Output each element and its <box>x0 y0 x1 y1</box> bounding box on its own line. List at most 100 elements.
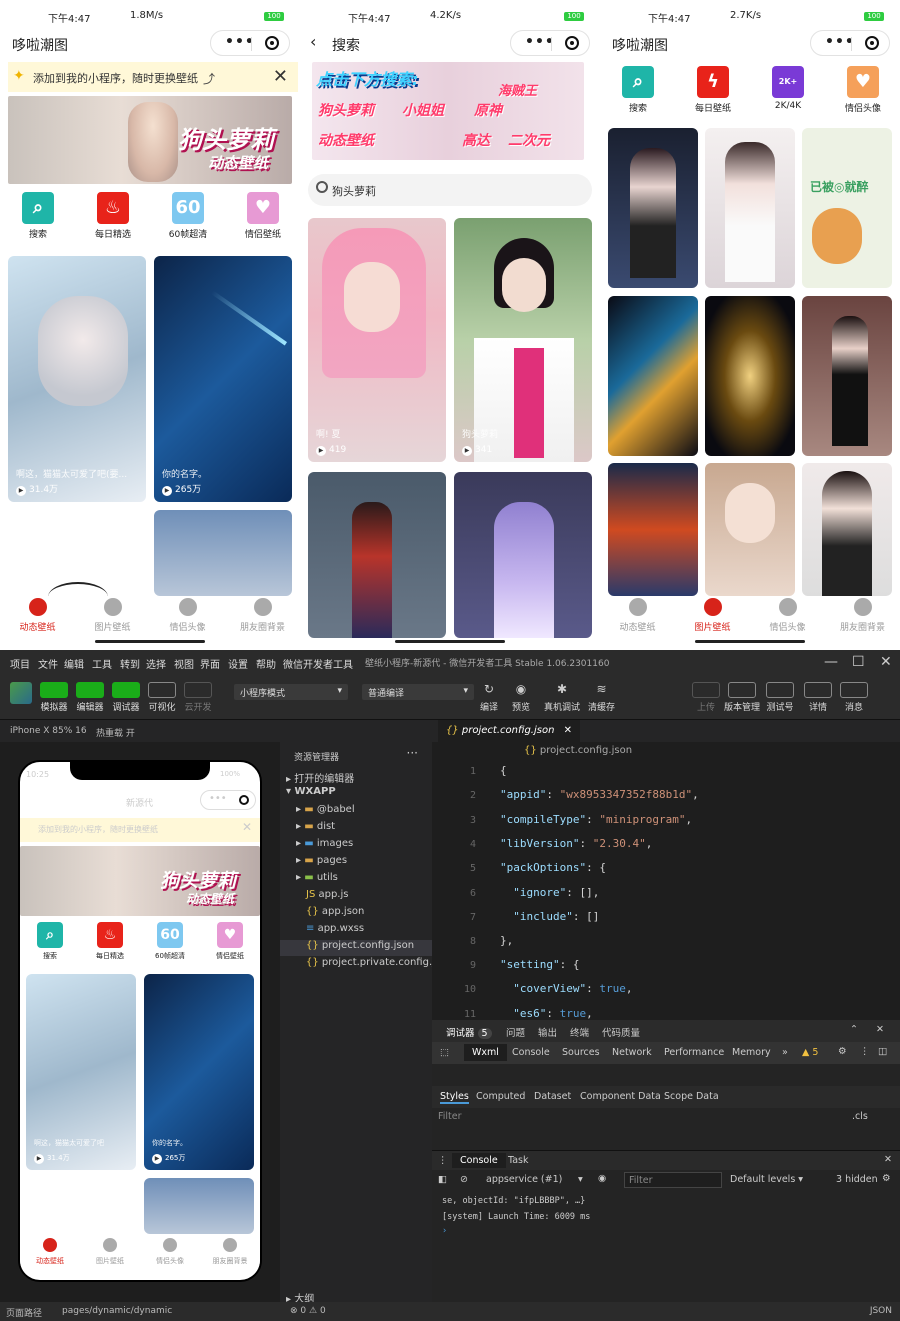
tab-moments[interactable]: 朋友圈背景 <box>825 598 900 633</box>
tab-problems[interactable]: 问题 <box>506 1025 525 1039</box>
tab-computed[interactable]: Computed <box>476 1091 525 1102</box>
remote-debug-button[interactable]: ✱真机调试 <box>544 682 580 713</box>
image-card[interactable] <box>608 463 698 596</box>
back-icon[interactable]: ‹ <box>310 32 316 51</box>
image-card[interactable]: 已被◎就醉 <box>802 128 892 288</box>
wallpaper-card[interactable]: 狗头萝莉 341 <box>454 218 592 462</box>
tree-file-active[interactable]: {} project.config.json <box>280 940 432 956</box>
image-card[interactable] <box>705 463 795 596</box>
open-editors[interactable]: ▸ 打开的编辑器 <box>280 770 432 786</box>
menu-item[interactable]: 项目 <box>10 656 30 671</box>
eye-icon[interactable]: ◉ <box>598 1173 606 1184</box>
wallpaper-card[interactable]: 啊! 夏 419 <box>308 218 446 462</box>
close-icon[interactable]: ✕ <box>242 820 252 834</box>
minimize-icon[interactable]: — <box>824 654 838 670</box>
levels-select[interactable]: Default levels ▾ <box>730 1174 803 1185</box>
image-card[interactable] <box>705 296 795 456</box>
mini-program-capsule[interactable]: ••• <box>210 30 290 56</box>
quick-60fps[interactable]: 6060帧超清 <box>140 922 200 974</box>
menu-item[interactable]: 工具 <box>92 656 112 671</box>
tab-component-data[interactable]: Component Data <box>580 1091 661 1102</box>
preview-button[interactable]: ◉预览 <box>512 682 530 713</box>
tab-styles[interactable]: Styles <box>440 1091 469 1104</box>
wallpaper-card[interactable] <box>454 472 592 638</box>
mini-program-capsule[interactable]: ••• <box>510 30 590 56</box>
details-button[interactable]: 详情 <box>804 682 832 713</box>
sidebar-toggle-icon[interactable]: ◧ <box>438 1174 447 1185</box>
compile-button[interactable]: ↻编译 <box>480 682 498 713</box>
menu-item[interactable]: 文件 <box>38 656 58 671</box>
close-icon[interactable]: ✕ <box>273 66 288 87</box>
close-target-icon[interactable] <box>565 36 579 50</box>
kebab-icon[interactable]: ⋮ <box>438 1155 448 1166</box>
image-card[interactable] <box>705 128 795 288</box>
debugger-toggle[interactable]: 调试器 <box>112 682 140 713</box>
cls-toggle[interactable]: .cls <box>852 1111 868 1122</box>
quick-daily[interactable]: ϟ 每日壁纸 <box>683 66 743 118</box>
tree-file[interactable]: JS app.js <box>280 889 432 905</box>
wallpaper-card[interactable] <box>154 510 292 596</box>
problem-counts[interactable]: ⊗ 0 ⚠ 0 <box>290 1306 326 1316</box>
tab-avatar[interactable]: 情侣头像 <box>140 1238 200 1266</box>
tab-memory[interactable]: Memory <box>732 1047 771 1058</box>
clear-console-icon[interactable]: ⊘ <box>460 1174 468 1185</box>
tab-sources[interactable]: Sources <box>562 1047 600 1058</box>
messages-button[interactable]: 消息 <box>840 682 868 713</box>
quick-search[interactable]: ⌕搜索 <box>20 922 80 974</box>
tab-moments[interactable]: 朋友圈背景 <box>200 1238 260 1266</box>
close-icon[interactable]: ✕ <box>876 1024 884 1035</box>
more-tabs-icon[interactable]: » <box>782 1047 788 1058</box>
tree-file[interactable]: ≡ app.wxss <box>280 923 432 939</box>
search-input[interactable]: 狗头萝莉 <box>308 174 592 206</box>
editor-toggle[interactable]: 编辑器 <box>76 682 104 713</box>
quick-daily[interactable]: ♨ 每日精选 <box>83 192 143 244</box>
clear-cache-button[interactable]: ≋清缓存 <box>588 682 615 713</box>
banner[interactable]: 狗头萝莉 动态壁纸 <box>8 96 292 184</box>
more-icon[interactable]: ··· <box>407 746 418 760</box>
compile-select[interactable]: 普通编译▾ <box>362 684 474 700</box>
tree-folder[interactable]: ▸ ▬ pages <box>280 855 432 871</box>
workspace-root[interactable]: ▾ WXAPP <box>280 786 432 802</box>
tab-avatar[interactable]: 情侣头像 <box>750 598 825 633</box>
tab-dynamic[interactable]: 动态壁纸 <box>600 598 675 633</box>
close-icon[interactable]: ✕ <box>884 1154 892 1165</box>
cloud-toggle[interactable]: 云开发 <box>184 682 212 713</box>
wallpaper-card[interactable] <box>144 1178 254 1234</box>
tab-code-quality[interactable]: 代码质量 <box>602 1025 640 1039</box>
wallpaper-card[interactable]: 啊这，猫猫太可爱了吧(要... 31.4万 <box>8 256 146 502</box>
menu-item[interactable]: 设置 <box>228 656 248 671</box>
hot-reload-toggle[interactable]: 热重载 开 <box>96 726 135 739</box>
close-target-icon[interactable] <box>265 36 279 50</box>
avatar[interactable] <box>10 682 32 704</box>
test-account-button[interactable]: 测试号 <box>766 682 794 713</box>
wallpaper-card[interactable]: 你的名字。 265万 <box>144 974 254 1170</box>
menu-item[interactable]: 转到 <box>120 656 140 671</box>
tree-folder[interactable]: ▸ ▬ @babel <box>280 804 432 820</box>
tab-scope-data[interactable]: Scope Data <box>664 1091 719 1102</box>
tab-wxml[interactable]: Wxml <box>464 1044 507 1061</box>
editor-tab[interactable]: {} project.config.json ✕ <box>438 720 580 742</box>
tab-network[interactable]: Network <box>612 1047 652 1058</box>
wallpaper-card[interactable]: 你的名字。 265万 <box>154 256 292 502</box>
quick-search[interactable]: ⌕ 搜索 <box>8 192 68 244</box>
code-editor[interactable]: {} project.config.json ✕ {} project.conf… <box>432 720 900 1020</box>
image-card[interactable] <box>608 296 698 456</box>
quick-search[interactable]: ⌕ 搜索 <box>608 66 668 118</box>
tree-file[interactable]: {} app.json <box>280 906 432 922</box>
gear-icon[interactable]: ⚙ <box>838 1046 847 1057</box>
image-card[interactable] <box>802 296 892 456</box>
quick-daily[interactable]: ♨每日精选 <box>80 922 140 974</box>
tab-output[interactable]: 输出 <box>538 1025 557 1039</box>
dock-icon[interactable]: ◫ <box>878 1046 887 1057</box>
mini-program-capsule[interactable]: ••• <box>200 790 256 810</box>
quick-avatar[interactable]: ♥ 情侣头像 <box>833 66 893 118</box>
visual-toggle[interactable]: 可视化 <box>148 682 176 713</box>
tab-dataset[interactable]: Dataset <box>534 1091 571 1102</box>
quick-couple[interactable]: ♥情侣壁纸 <box>200 922 260 974</box>
gear-icon[interactable]: ⚙ <box>882 1173 891 1184</box>
kebab-icon[interactable]: ⋮ <box>860 1046 870 1057</box>
chevron-down-icon[interactable]: ▾ <box>578 1174 583 1185</box>
styles-filter[interactable]: Filter .cls <box>432 1108 900 1126</box>
console-prompt[interactable]: › <box>442 1226 447 1236</box>
tab-debugger[interactable]: 调试器 5 <box>446 1025 492 1039</box>
